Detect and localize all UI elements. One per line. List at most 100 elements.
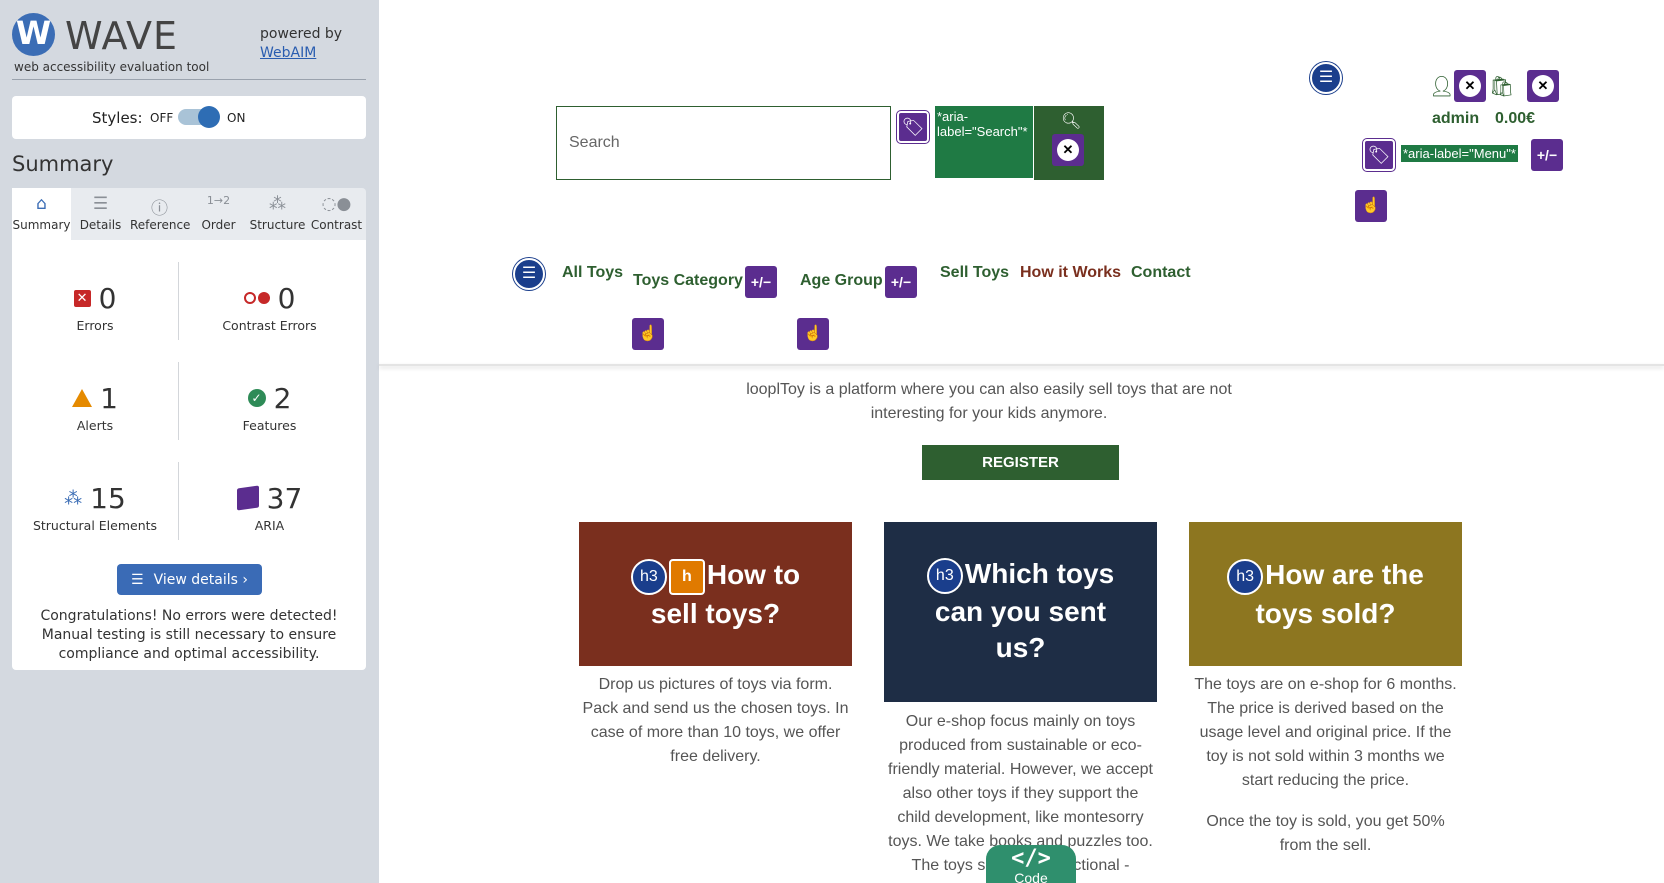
styles-toggle[interactable] <box>178 106 220 128</box>
nav-contact[interactable]: Contact <box>1131 264 1191 282</box>
errors-stat[interactable]: ✕ 0 Errors <box>15 280 175 333</box>
wave-h3-icon[interactable]: h3 <box>926 557 963 594</box>
card-how-to-sell: h3 h How to sell toys? <box>579 522 852 666</box>
card-title: can you sent <box>934 595 1107 627</box>
card-title: Which toys <box>964 558 1115 589</box>
wave-h3-icon[interactable]: h3 <box>630 558 667 595</box>
wave-aria-expanded-icon[interactable]: +/− <box>1531 139 1563 171</box>
styles-toggle-panel: Styles: OFF ON <box>12 96 366 139</box>
order-icon: 1→2 <box>206 194 231 207</box>
card-text: The toys are on e-shop for 6 months. The… <box>1194 676 1457 789</box>
code-icon: </> <box>1011 846 1051 871</box>
cart-icon[interactable]: 🛍︎ <box>1489 74 1514 99</box>
card-title: toys sold? <box>1255 597 1396 629</box>
wave-aria-tabindex-icon[interactable]: ☝ <box>1355 190 1387 222</box>
wave-aria-tabindex-icon[interactable]: ☝ <box>797 318 829 350</box>
alerts-stat[interactable]: 1 Alerts <box>15 380 175 433</box>
nav-how-it-works[interactable]: How it Works <box>1020 264 1121 282</box>
congrats-message: Congratulations! No errors were detected… <box>40 608 338 662</box>
tab-summary[interactable]: ⌂ Summary <box>12 188 71 240</box>
wave-aria-expanded-icon[interactable]: +/− <box>885 266 917 298</box>
wave-list-icon[interactable]: ☰ <box>1310 62 1342 94</box>
header-divider <box>379 364 1664 366</box>
feature-check-icon: ✓ <box>247 389 266 407</box>
card-title: us? <box>995 631 1046 663</box>
contrast-icon: ◌● <box>321 194 352 214</box>
wave-logo-icon: W <box>12 13 55 56</box>
styles-on-label: ON <box>227 111 246 125</box>
wave-subtitle: web accessibility evaluation tool <box>14 60 210 74</box>
alert-icon <box>72 389 93 407</box>
search-button[interactable]: 🔍︎ <box>1034 106 1104 180</box>
wave-h3-icon[interactable]: h3 <box>1227 558 1264 595</box>
card-title: sell toys? <box>650 597 781 629</box>
structure-icon: ⁂ <box>269 194 286 214</box>
card-how-sold: h3 How are the toys sold? <box>1189 522 1462 666</box>
search-field[interactable] <box>556 106 891 180</box>
error-icon: ✕ <box>73 289 91 307</box>
search-input[interactable] <box>557 107 890 179</box>
summary-heading: Summary <box>12 152 114 176</box>
contrast-errors-stat[interactable]: 0 Contrast Errors <box>182 280 357 334</box>
wave-empty-button-icon[interactable] <box>1052 134 1084 166</box>
tab-order[interactable]: 1→2 Order <box>189 188 248 240</box>
view-details-label: View details › <box>153 571 248 588</box>
list-icon: ☰ <box>131 571 144 588</box>
features-stat[interactable]: ✓ 2 Features <box>182 380 357 434</box>
wave-aria-tabindex-icon[interactable]: ☝ <box>632 318 664 350</box>
webaim-link[interactable]: WebAIM <box>260 45 316 61</box>
user-icon[interactable]: 👤︎ <box>1429 74 1454 99</box>
styles-label: Styles: <box>92 109 143 127</box>
wave-tabs: ⌂ Summary ☰ Details ⓘ Reference 1→2 Order ⁂ S… <box>12 188 366 240</box>
wave-empty-link-icon[interactable] <box>1527 70 1559 102</box>
tab-structure[interactable]: ⁂ Structure <box>248 188 307 240</box>
divider <box>178 262 179 340</box>
aria-stat[interactable]: 37 ARIA <box>182 480 357 533</box>
card-title: How to <box>706 559 801 590</box>
nav-sell-toys[interactable]: Sell Toys <box>940 264 1009 282</box>
cart-price[interactable]: 0.00€ <box>1495 110 1535 128</box>
structural-stat[interactable]: ⁂ 15 Structural Elements <box>15 480 175 534</box>
website-viewport: ☰ 🏷 *aria-label="Search"* 🔍︎ 👤︎ admin 🛍︎… <box>379 0 1664 883</box>
card-which-toys: h3 Which toys can you sent us? <box>884 522 1157 702</box>
wave-sidebar: W WAVE web accessibility evaluation tool… <box>0 0 379 883</box>
wave-heading-alert-icon[interactable]: h <box>668 558 705 595</box>
wave-list-icon[interactable]: ☰ <box>513 258 545 290</box>
info-icon: ⓘ <box>151 199 168 219</box>
aria-label-menu-tooltip: *aria-label="Menu"* <box>1399 143 1520 164</box>
card-title: How are the <box>1265 559 1424 590</box>
tab-contrast[interactable]: ◌● Contrast <box>307 188 366 240</box>
divider <box>12 79 366 80</box>
contrast-error-icon <box>243 292 270 304</box>
wave-aria-expanded-icon[interactable]: +/− <box>745 266 777 298</box>
wave-aria-label-icon[interactable]: 🏷 <box>897 111 929 143</box>
code-panel-toggle[interactable]: </> Code <box>986 845 1076 883</box>
nav-age-group[interactable]: Age Group <box>800 272 883 290</box>
code-label: Code <box>1014 870 1048 883</box>
intro-text: looplToy is a platform where you can als… <box>746 381 1232 422</box>
toggle-knob <box>198 106 220 128</box>
styles-off-label: OFF <box>150 111 174 125</box>
view-details-button[interactable]: ☰ View details › <box>117 564 262 595</box>
aria-icon <box>236 485 259 511</box>
nav-toys-category[interactable]: Toys Category <box>633 272 743 290</box>
wave-empty-link-icon[interactable] <box>1454 70 1486 102</box>
account-name[interactable]: admin <box>1432 110 1479 128</box>
home-icon: ⌂ <box>36 194 47 214</box>
tab-reference[interactable]: ⓘ Reference <box>130 188 190 240</box>
nav-all-toys[interactable]: All Toys <box>562 264 623 282</box>
tab-details[interactable]: ☰ Details <box>71 188 130 240</box>
wave-aria-label-icon[interactable]: 🏷 <box>1363 139 1395 171</box>
powered-by-label: powered by <box>260 26 343 42</box>
card-text: Once the toy is sold, you get 50% from t… <box>1206 813 1445 854</box>
search-icon: 🔍︎ <box>1061 113 1082 130</box>
divider <box>178 362 179 440</box>
list-icon: ☰ <box>92 194 109 214</box>
structure-icon: ⁂ <box>64 487 83 509</box>
card-text: Drop us pictures of toys via form. Pack … <box>582 676 849 765</box>
divider <box>178 462 179 540</box>
summary-panel: ✕ 0 Errors 0 Contrast Errors 1 Alerts ✓ 2 … <box>12 240 366 670</box>
wave-title: WAVE <box>65 14 179 58</box>
register-button[interactable]: REGISTER <box>922 445 1119 480</box>
aria-label-search-tooltip: *aria-label="Search"* <box>935 106 1033 178</box>
